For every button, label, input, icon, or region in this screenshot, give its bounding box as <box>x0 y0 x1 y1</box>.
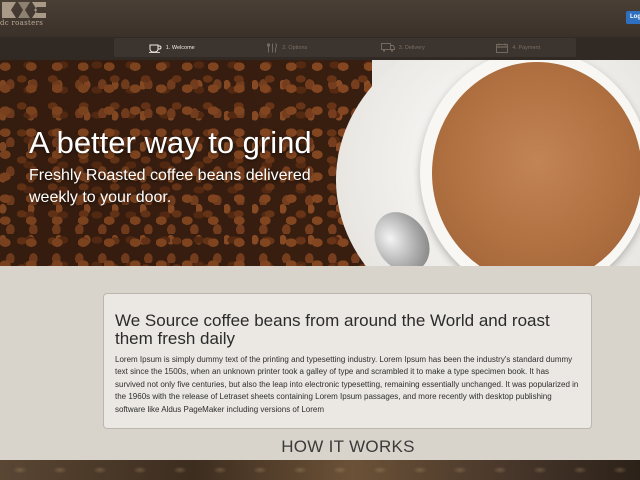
step-welcome-label: 1. Welcome <box>165 44 195 51</box>
coffee-surface <box>432 62 640 266</box>
step-tabs: 1. Welcome 2. Options 3. Delivery 4. Pay… <box>114 38 576 57</box>
truck-icon <box>380 43 395 52</box>
burlap-sacks-image <box>0 460 640 480</box>
about-heading: We Source coffee beans from around the W… <box>115 311 550 348</box>
about-panel: We Source coffee beans from around the W… <box>103 293 592 429</box>
logo-text: dc roasters <box>0 19 44 27</box>
step-welcome[interactable]: 1. Welcome <box>114 38 230 57</box>
step-options-label: 2. Options <box>282 44 308 51</box>
site-header: dc roasters Login <box>0 0 640 37</box>
step-payment[interactable]: 4. Payment <box>461 38 577 57</box>
step-delivery[interactable]: 3. Delivery <box>345 38 461 57</box>
utensils-icon <box>267 42 278 53</box>
coffee-beans-image <box>0 60 372 266</box>
hero-subtitle: Freshly Roasted coffee beans delivered w… <box>29 167 311 206</box>
step-delivery-label: 3. Delivery <box>398 44 425 51</box>
step-options[interactable]: 2. Options <box>230 38 346 57</box>
step-navigation-bar: 1. Welcome 2. Options 3. Delivery 4. Pay… <box>0 37 640 60</box>
credit-card-icon <box>496 43 509 53</box>
hero-banner <box>0 60 640 266</box>
about-body: Lorem Ipsum is simply dummy text of the … <box>115 355 579 414</box>
hero-title: A better way to grind <box>29 125 312 160</box>
login-button[interactable]: Login <box>626 11 640 24</box>
coffee-cup-icon <box>148 43 162 53</box>
logo-mark-icon <box>2 2 46 18</box>
how-it-works-heading: HOW IT WORKS <box>281 437 415 456</box>
logo[interactable]: dc roasters <box>0 0 60 32</box>
step-payment-label: 4. Payment <box>512 44 541 51</box>
